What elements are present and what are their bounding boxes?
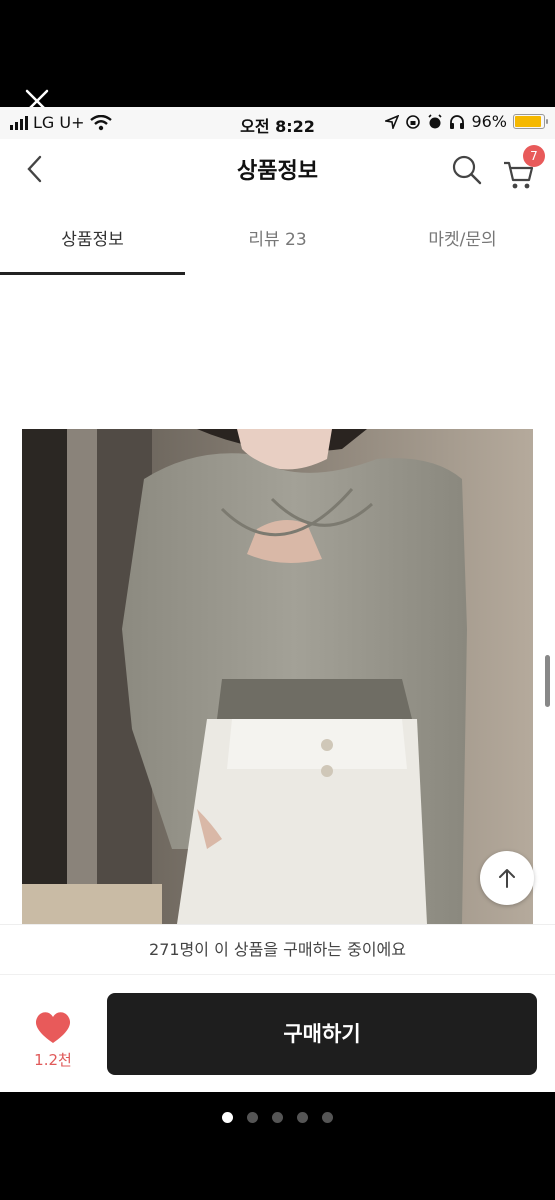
- tab-label: 마켓/문의: [428, 230, 497, 250]
- tab-reviews[interactable]: 리뷰 23: [185, 199, 370, 275]
- scroll-to-top-button[interactable]: [480, 851, 534, 905]
- tab-market-inquiry[interactable]: 마켓/문의: [370, 199, 555, 275]
- page-dot[interactable]: [272, 1112, 283, 1123]
- status-bar: LG U+ 오전 8:22 96%: [0, 107, 555, 139]
- heart-icon[interactable]: [34, 1010, 72, 1044]
- purchase-activity-notice: 271명이 이 상품을 구매하는 중이에요: [0, 924, 555, 974]
- page-dot[interactable]: [297, 1112, 308, 1123]
- screenshot-frame: LG U+ 오전 8:22 96% 상품정보 7 상품정보 리뷰 23 마켓/문…: [0, 0, 555, 1200]
- page-indicator: [0, 1112, 555, 1123]
- cart-count-badge: 7: [523, 145, 545, 167]
- active-tab-indicator: [0, 272, 185, 275]
- battery-percent: 96%: [471, 112, 507, 131]
- product-photo: [22, 429, 533, 924]
- page-dot-active[interactable]: [222, 1112, 233, 1123]
- tab-bar: 상품정보 리뷰 23 마켓/문의: [0, 199, 555, 275]
- page-dot[interactable]: [247, 1112, 258, 1123]
- buy-button[interactable]: 구매하기: [107, 993, 537, 1075]
- page-dot[interactable]: [322, 1112, 333, 1123]
- scrollbar[interactable]: [545, 655, 550, 707]
- arrow-up-icon: [499, 869, 515, 888]
- headphones-icon: [450, 114, 465, 129]
- alarm-icon: [428, 113, 443, 128]
- location-arrow-icon: [385, 114, 400, 129]
- bottom-action-bar: 1.2천 구매하기: [0, 974, 555, 1092]
- tab-label: 리뷰 23: [248, 230, 307, 250]
- tab-product-info[interactable]: 상품정보: [0, 199, 185, 275]
- tab-label: 상품정보: [61, 230, 124, 250]
- app-header: 상품정보 7: [0, 139, 555, 199]
- phone-screen: LG U+ 오전 8:22 96% 상품정보 7 상품정보 리뷰 23 마켓/문…: [0, 107, 555, 1092]
- orientation-lock-icon: [406, 114, 421, 129]
- battery-icon: [513, 114, 548, 129]
- search-icon[interactable]: [450, 153, 484, 187]
- like-count: 1.2천: [34, 1051, 72, 1069]
